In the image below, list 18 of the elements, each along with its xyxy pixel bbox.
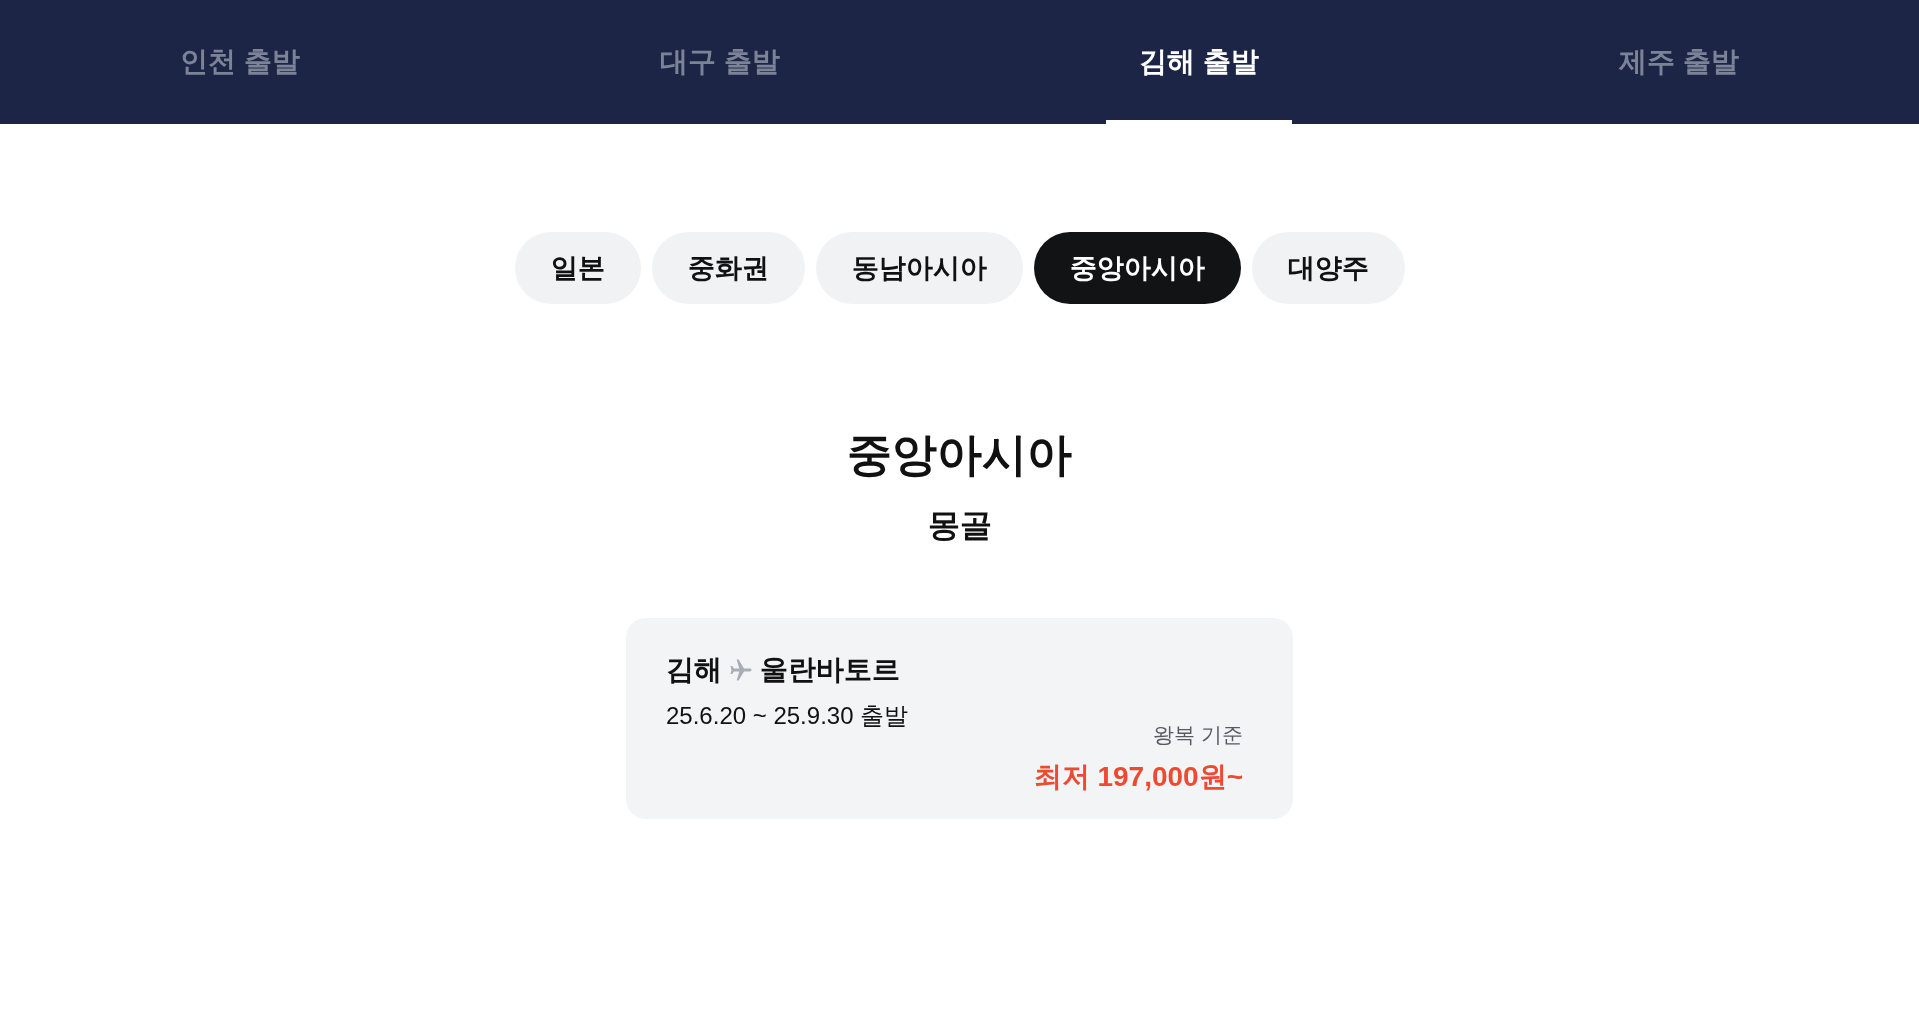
departure-tab[interactable]: 제주 출발: [1586, 0, 1772, 124]
destination-city: 울란바토르: [760, 653, 900, 688]
fare-card[interactable]: 김해 울란바토르 25.6.20 ~ 25.9.30 출발 왕복 기준 최저 197,000원~: [626, 618, 1293, 820]
travel-period: 25.6.20 ~ 25.9.30 출발: [666, 701, 909, 732]
departure-tab[interactable]: 대구 출발: [626, 0, 813, 124]
departure-tab[interactable]: 인천 출발: [147, 0, 333, 124]
region-filter-chip[interactable]: 중화권: [651, 232, 805, 304]
region-filter-chip[interactable]: 대양주: [1251, 232, 1405, 304]
origin-city: 김해: [666, 653, 722, 688]
region-filter-chip[interactable]: 동남아시아: [815, 232, 1023, 304]
section-subheading: 몽골: [927, 505, 992, 545]
section-heading: 중앙아시아: [847, 428, 1072, 482]
airplane-icon: [730, 659, 752, 682]
region-filter-chip[interactable]: 중앙아시아: [1033, 232, 1241, 304]
fare-basis-note: 왕복 기준: [1153, 722, 1243, 749]
lowest-price: 최저 197,000원~: [1033, 759, 1243, 794]
departure-tab[interactable]: 김해 출발: [1106, 0, 1293, 124]
region-filter-chip[interactable]: 일본: [514, 232, 641, 304]
